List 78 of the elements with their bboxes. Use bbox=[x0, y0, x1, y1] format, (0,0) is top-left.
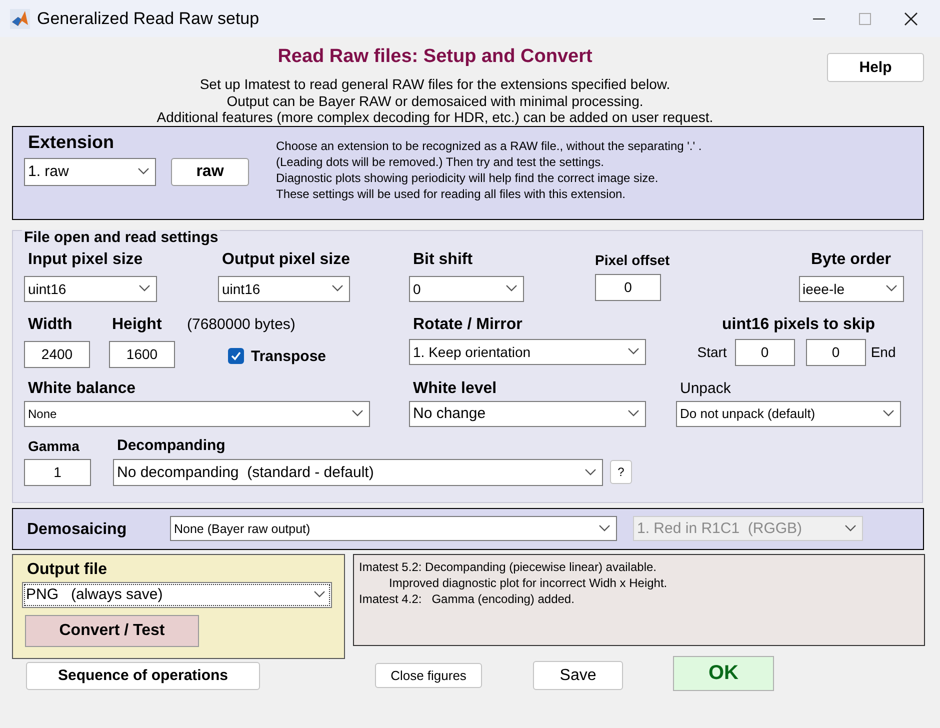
caret-icon bbox=[599, 525, 610, 532]
dropdown[interactable]: No decompanding (standard - default) bbox=[113, 458, 603, 486]
input-field[interactable]: 1600 bbox=[109, 340, 175, 368]
caret-icon bbox=[628, 348, 639, 355]
caret-icon bbox=[314, 591, 325, 598]
note-text: Diagnostic plots showing periodicity will help find the correct image size. bbox=[276, 170, 658, 186]
caret-icon bbox=[845, 525, 856, 532]
input-field[interactable]: 0 bbox=[734, 338, 795, 366]
dropdown[interactable]: None bbox=[24, 400, 370, 426]
dropdown[interactable]: 1. Keep orientation bbox=[409, 338, 646, 364]
end-label: End bbox=[870, 344, 896, 360]
minimize-icon[interactable] bbox=[813, 18, 825, 20]
caret-icon bbox=[332, 285, 343, 292]
caret-icon bbox=[139, 285, 150, 292]
caret-icon bbox=[628, 410, 639, 417]
checkbox[interactable] bbox=[228, 348, 244, 364]
section-title: Extension bbox=[28, 132, 114, 152]
dropdown[interactable]: uint16 bbox=[24, 276, 157, 302]
field-label: Byte order bbox=[810, 250, 892, 270]
section-title: File open and read settings bbox=[22, 230, 220, 246]
log-text: Imatest 5.2: Decompanding (piecewise linear) available. bbox=[359, 558, 658, 574]
field-label: Width bbox=[28, 314, 72, 334]
dropdown[interactable]: uint16 bbox=[218, 276, 350, 302]
caret-icon bbox=[352, 410, 363, 417]
field-label: Pixel offset bbox=[595, 250, 670, 270]
description-text: Set up Imatest to read general RAW files for the extensions specified below. bbox=[200, 76, 670, 92]
caret-icon bbox=[886, 285, 896, 292]
dropdown[interactable]: ieee-le bbox=[798, 276, 904, 302]
field-label: Unpack bbox=[680, 378, 731, 398]
section-title: Output file bbox=[27, 560, 108, 578]
close-icon[interactable] bbox=[904, 12, 918, 26]
dialog-title: Read Raw files: Setup and Convert bbox=[278, 46, 592, 68]
field-label: Decompanding bbox=[117, 436, 226, 456]
dropdown[interactable]: Do not unpack (default) bbox=[676, 400, 901, 426]
caret-icon bbox=[506, 285, 517, 292]
caret-icon bbox=[883, 410, 894, 417]
note-text: (Leading dots will be removed.) Then try and test the settings. bbox=[276, 154, 604, 170]
ok-button[interactable]: OK bbox=[673, 656, 774, 690]
sequence-button[interactable]: Sequence of operations bbox=[26, 662, 260, 690]
dropdown[interactable]: PNG (always save) bbox=[22, 582, 332, 608]
field-label: Height bbox=[112, 314, 162, 334]
window-title: Generalized Read Raw setup bbox=[37, 8, 260, 28]
help-button[interactable]: Help bbox=[827, 53, 924, 82]
caret-icon bbox=[585, 468, 596, 476]
input-field[interactable]: 2400 bbox=[24, 340, 90, 368]
checkmark-icon bbox=[229, 349, 243, 363]
input-field[interactable]: 1 bbox=[24, 458, 91, 486]
dropdown[interactable]: None (Bayer raw output) bbox=[170, 516, 617, 541]
dropdown[interactable]: No change bbox=[409, 400, 646, 426]
log-text: Imatest 4.2: Gamma (encoding) added. bbox=[359, 590, 576, 606]
app-icon bbox=[10, 8, 30, 28]
field-label: White level bbox=[413, 378, 497, 398]
field-label: Rotate / Mirror bbox=[413, 314, 522, 334]
start-label: Start bbox=[697, 344, 727, 360]
size-text: (7680000 bytes) bbox=[187, 314, 296, 334]
save-button[interactable]: Save bbox=[533, 661, 623, 690]
note-text: Choose an extension to be recognized as a RAW file., without the separating '.' . bbox=[276, 138, 702, 154]
caret-icon bbox=[138, 168, 149, 175]
input-field[interactable]: 0 bbox=[806, 338, 866, 366]
log-text: Improved diagnostic plot for incorrect Widh x Height. bbox=[388, 574, 668, 590]
field-label: Bit shift bbox=[413, 250, 473, 270]
field-label: White balance bbox=[28, 378, 136, 398]
checkbox-label: Transpose bbox=[251, 348, 326, 364]
field-label: uint16 pixels to skip bbox=[722, 314, 875, 334]
dropdown[interactable]: 1. raw bbox=[24, 158, 156, 186]
dropdown[interactable]: 0 bbox=[409, 276, 524, 302]
field-label: Gamma bbox=[28, 436, 80, 456]
field-label: Input pixel size bbox=[28, 250, 143, 270]
help-button[interactable]: ? bbox=[610, 460, 632, 484]
input-field[interactable]: 0 bbox=[595, 274, 661, 300]
description-text: Output can be Bayer RAW or demosaiced with minimal processing. bbox=[226, 92, 644, 109]
convert-button[interactable]: Convert / Test bbox=[25, 614, 199, 646]
description-text: Additional features (more complex decoding for HDR, etc.) can be added on user request. bbox=[156, 109, 714, 126]
note-text: These settings will be used for reading all files with this extension. bbox=[276, 186, 626, 202]
extension-button[interactable]: raw bbox=[171, 158, 249, 186]
field-label: Output pixel size bbox=[222, 250, 350, 270]
close-figures-button[interactable]: Close figures bbox=[375, 663, 482, 688]
section-title: Demosaicing bbox=[27, 520, 128, 538]
